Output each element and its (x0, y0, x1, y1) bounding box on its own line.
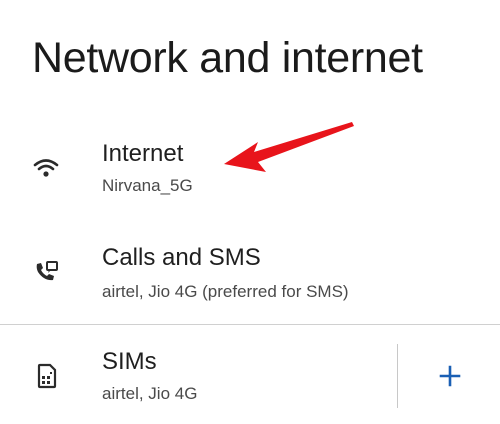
plus-icon (438, 364, 462, 393)
calls-sms-icon (32, 258, 60, 286)
settings-item-subtitle: Nirvana_5G (102, 176, 193, 195)
action-separator (397, 344, 398, 408)
sim-card-icon (32, 362, 60, 390)
settings-item-subtitle: airtel, Jio 4G (preferred for SMS) (102, 282, 349, 301)
page-title: Network and internet (32, 34, 423, 82)
settings-page: Network and internet Internet Nirvana_5G… (0, 0, 500, 424)
settings-item-label: Calls and SMS (102, 244, 261, 271)
settings-item-sims[interactable]: SIMs airtel, Jio 4G (0, 332, 500, 424)
wifi-icon (32, 154, 60, 182)
settings-item-subtitle: airtel, Jio 4G (102, 384, 198, 403)
settings-item-label: SIMs (102, 348, 157, 375)
add-sim-button[interactable] (426, 358, 474, 398)
red-arrow-icon (218, 116, 358, 176)
settings-item-label: Internet (102, 140, 184, 167)
settings-item-calls-sms[interactable]: Calls and SMS airtel, Jio 4G (preferred … (0, 232, 500, 322)
section-divider (0, 324, 500, 325)
